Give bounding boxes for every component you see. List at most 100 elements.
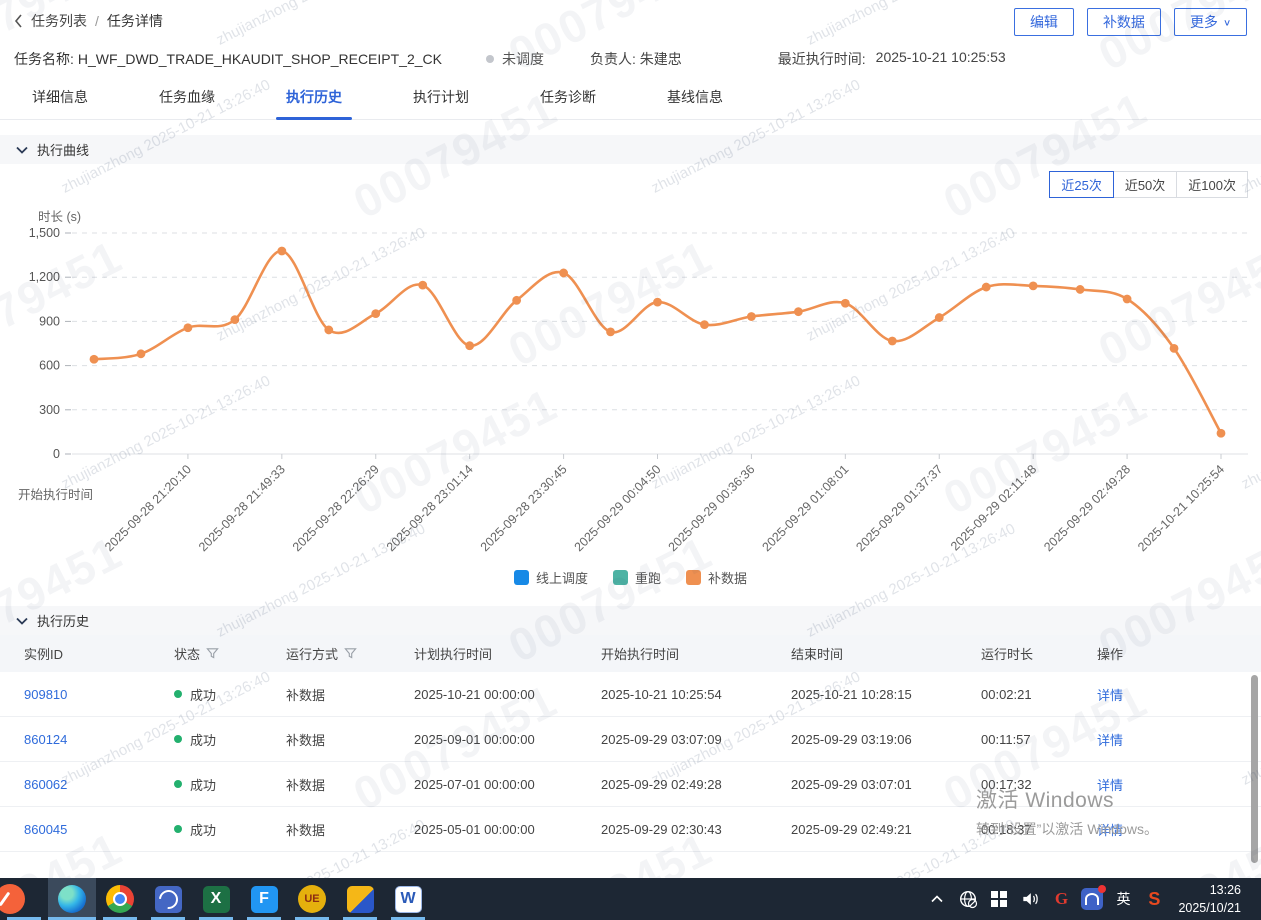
legend-item-2[interactable]: 补数据 (686, 568, 747, 587)
curve-section-header[interactable]: 执行曲线 (0, 135, 1261, 164)
data-point[interactable] (1029, 281, 1038, 290)
history-section-header[interactable]: 执行历史 (0, 606, 1261, 635)
y-tick-label: 0 (53, 447, 60, 461)
data-point[interactable] (747, 312, 756, 321)
tab-4[interactable]: 任务诊断 (538, 87, 598, 119)
data-point[interactable] (324, 326, 333, 335)
data-point[interactable] (794, 307, 803, 316)
data-point[interactable] (512, 296, 521, 305)
legend-item-1[interactable]: 重跑 (613, 568, 661, 587)
header-actions: 编辑补数据更多∨ (1014, 8, 1247, 36)
data-point[interactable] (137, 349, 146, 358)
planned-time-cell: 2025-07-01 00:00:00 (414, 777, 601, 792)
instance-id-link[interactable]: 909810 (24, 687, 67, 702)
notification-app-tray-icon[interactable] (1079, 878, 1105, 920)
column-header-5: 结束时间 (791, 644, 981, 663)
backfill-button[interactable]: 补数据 (1087, 8, 1161, 36)
breadcrumb-task-list[interactable]: 任务列表 (31, 11, 87, 31)
word-icon[interactable] (384, 878, 432, 920)
detail-link[interactable]: 详情 (1097, 688, 1123, 703)
execution-line-chart[interactable]: 03006009001,2001,5002025-09-28 21:20:102… (0, 200, 1261, 562)
tab-3[interactable]: 执行计划 (411, 87, 471, 119)
data-point[interactable] (982, 283, 991, 292)
data-point[interactable] (418, 281, 427, 290)
network-globe-icon[interactable] (955, 878, 981, 920)
volume-icon[interactable] (1017, 878, 1043, 920)
legend-item-0[interactable]: 线上调度 (514, 568, 588, 587)
sogou-tray-icon[interactable]: S (1141, 878, 1167, 920)
start-time-cell: 2025-09-29 02:49:28 (601, 777, 791, 792)
data-point[interactable] (559, 269, 568, 278)
planned-time-cell: 2025-05-01 00:00:00 (414, 822, 601, 837)
data-point[interactable] (841, 299, 850, 308)
back-icon[interactable] (14, 14, 23, 28)
table-scrollbar[interactable] (1251, 675, 1258, 863)
excel-icon (203, 886, 230, 913)
data-point[interactable] (1123, 295, 1132, 304)
data-point[interactable] (230, 315, 239, 324)
edit-button[interactable]: 编辑 (1014, 8, 1074, 36)
word-icon (395, 886, 422, 913)
windows-grid-icon[interactable] (986, 878, 1012, 920)
x-tick-label: 2025-09-29 00:36:36 (666, 462, 758, 554)
x-tick-label: 2025-09-28 22:26:29 (290, 462, 382, 554)
data-point[interactable] (184, 323, 193, 332)
excel-icon[interactable] (192, 878, 240, 920)
x-tick-label: 2025-09-29 00:04:50 (572, 462, 664, 554)
data-point[interactable] (465, 341, 474, 350)
data-point[interactable] (1076, 285, 1085, 294)
ultraedit-icon[interactable]: UE (288, 878, 336, 920)
instance-id-link[interactable]: 860062 (24, 777, 67, 792)
data-point[interactable] (700, 320, 709, 329)
data-point[interactable] (277, 247, 286, 256)
x-tick-label: 2025-09-29 02:11:48 (948, 462, 1039, 553)
data-point[interactable] (935, 313, 944, 322)
chrome-icon[interactable] (96, 878, 144, 920)
data-point[interactable] (888, 337, 897, 346)
chevron-down-icon: ∨ (1223, 17, 1231, 27)
taskbar-clock[interactable]: 13:26 2025/10/21 (1172, 881, 1251, 917)
end-time-cell: 2025-09-29 03:07:01 (791, 777, 981, 792)
tray-expand-icon[interactable] (924, 878, 950, 920)
filter-icon[interactable] (206, 647, 219, 660)
duration-cell: 00:17:32 (981, 777, 1097, 792)
run-mode-cell: 补数据 (286, 685, 414, 704)
data-point[interactable] (653, 298, 662, 307)
last-exec-time: 最近执行时间: 2025-10-21 10:25:53 (778, 49, 1006, 69)
detail-link[interactable]: 详情 (1097, 733, 1123, 748)
detail-link[interactable]: 详情 (1097, 823, 1123, 838)
range-button-0[interactable]: 近25次 (1049, 171, 1113, 198)
success-dot-icon (174, 780, 182, 788)
detail-link[interactable]: 详情 (1097, 778, 1123, 793)
data-point[interactable] (606, 327, 615, 336)
more-button[interactable]: 更多∨ (1174, 8, 1247, 36)
filter-icon[interactable] (344, 647, 357, 660)
finereport-icon[interactable] (240, 878, 288, 920)
data-point[interactable] (1217, 429, 1226, 438)
status-dot-icon (486, 55, 494, 63)
edge-icon[interactable] (48, 878, 96, 920)
chevron-down-icon (16, 146, 28, 154)
legend-swatch-icon (613, 570, 628, 585)
breadcrumb-separator: / (95, 13, 99, 29)
data-point[interactable] (90, 355, 99, 364)
instance-id-link[interactable]: 860124 (24, 732, 67, 747)
range-button-1[interactable]: 近50次 (1113, 171, 1177, 198)
range-button-2[interactable]: 近100次 (1176, 171, 1248, 198)
data-point[interactable] (371, 309, 380, 318)
tab-1[interactable]: 任务血缘 (157, 87, 217, 119)
history-section-title: 执行历史 (37, 611, 89, 630)
tab-2[interactable]: 执行历史 (284, 87, 344, 119)
ime-indicator[interactable]: 英 (1110, 878, 1136, 920)
g-app-tray-icon[interactable]: G (1048, 878, 1074, 920)
task-name: H_WF_DWD_TRADE_HKAUDIT_SHOP_RECEIPT_2_CK (78, 51, 442, 67)
tab-5[interactable]: 基线信息 (665, 87, 725, 119)
tab-0[interactable]: 详细信息 (30, 87, 90, 119)
start-time-cell: 2025-09-29 02:30:43 (601, 822, 791, 837)
pen-app-icon[interactable] (0, 878, 48, 920)
data-point[interactable] (1170, 344, 1179, 353)
instance-id-link[interactable]: 860045 (24, 822, 67, 837)
foxmail-icon[interactable] (336, 878, 384, 920)
dingtalk-icon[interactable] (144, 878, 192, 920)
tab-bar: 详细信息 任务血缘 执行历史 执行计划 任务诊断 基线信息 (0, 87, 1261, 120)
